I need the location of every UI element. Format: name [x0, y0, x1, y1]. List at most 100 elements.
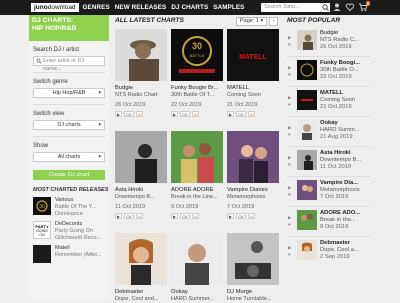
item-actions: ▶ ♥ — [288, 124, 291, 138]
chart-card[interactable]: Asta Hiroki Downtempo B... 11 Oct 2019 ▶… — [115, 131, 167, 219]
chart-card[interactable]: Budgie NTS Radio Chart 26 Oct 2019 ▶ CK W — [115, 29, 167, 117]
chart-card[interactable]: Ookay HARD Summer... — [171, 233, 223, 303]
chart-card[interactable]: ADORE ADORE Break in the Line... 9 Oct 2… — [171, 131, 223, 219]
check-button[interactable]: CK — [124, 213, 134, 219]
check-button[interactable]: CK — [124, 111, 134, 117]
wishlist-button[interactable]: W — [191, 111, 200, 117]
list-item[interactable]: ▶ ♥ ADORE ADO... Break in the... 9 Oct 2019 — [287, 210, 371, 235]
show-select[interactable]: All charts ▾ — [33, 152, 105, 162]
check-button[interactable]: CK — [236, 213, 246, 219]
wishlist-icon[interactable]: ♥ — [288, 161, 291, 168]
cart-icon[interactable]: 0 — [358, 1, 370, 12]
play-button[interactable]: ▶ — [171, 111, 179, 117]
play-icon[interactable]: ▶ — [288, 154, 291, 161]
svg-text:BATTLE: BATTLE — [190, 53, 205, 58]
chart-cover: MATELL — [227, 29, 279, 81]
list-item[interactable]: ▶ ♥ Funky Boogi... 30th Battle O... 22 Oct … — [287, 60, 371, 85]
play-icon[interactable]: ▶ — [288, 244, 291, 251]
item-actions: ▶ ♥ — [288, 34, 291, 48]
create-dj-chart-button[interactable]: Create DJ chart — [33, 170, 105, 180]
divider — [287, 206, 371, 207]
wishlist-icon[interactable]: ♥ — [288, 251, 291, 258]
chart-dj-name: Debmaster — [115, 289, 144, 295]
check-button[interactable]: CK — [236, 111, 246, 117]
chart-card[interactable]: Debmaster Dope, Cool and... — [115, 233, 167, 303]
list-item[interactable]: ▶ ♥ Ookay HARD Summ... 21 Aug 2019 — [287, 120, 371, 145]
list-item[interactable]: ▶ ♥ Vampire Dia... Metamorphosis 7 Oct 2019 — [287, 180, 371, 205]
wishlist-button[interactable]: W — [135, 213, 144, 219]
wishlist-button[interactable]: W — [135, 111, 144, 117]
divider — [33, 104, 105, 105]
chart-card[interactable]: DJ Murge Home Turntable... — [227, 233, 279, 303]
search-icon — [322, 4, 329, 11]
dj-search-input[interactable]: Enter artist or DJ name... — [33, 56, 105, 72]
popular-dj-name: Asta Hiroki — [320, 150, 351, 156]
genre-select[interactable]: Hip Hop/R&B ▾ — [33, 88, 105, 98]
chart-dj-name: Funky Boogie Br... — [171, 85, 219, 91]
play-icon[interactable]: ▶ — [288, 94, 291, 101]
wishlist-icon[interactable] — [345, 2, 355, 12]
wishlist-icon[interactable]: ♥ — [288, 131, 291, 138]
play-button[interactable]: ▶ — [115, 111, 123, 117]
svg-text:ON: ON — [39, 233, 45, 237]
popular-chart-name: Dope, Cool a... — [320, 247, 359, 254]
nav-dj-charts[interactable]: DJ CHARTS — [171, 4, 208, 11]
heading-line-1: DJ CHARTS: — [32, 17, 74, 24]
chart-card[interactable]: 30 BATTLE Funky Boogie Br... 30th Battle … — [171, 29, 223, 117]
pagination: Page: 1 ▾ › — [236, 17, 279, 26]
popular-dj-name: MATELL — [320, 90, 344, 96]
popular-chart-name: Downtempo B... — [320, 157, 362, 164]
list-item[interactable]: ▶ ♥ Budgie NTS Radio C... 26 Oct 2019 — [287, 30, 371, 55]
popular-dj-name: Debmaster — [320, 240, 350, 246]
nav-samples[interactable]: SAMPLES — [213, 4, 244, 11]
play-button[interactable]: ▶ — [227, 213, 235, 219]
chart-date: 11 Oct 2019 — [115, 204, 146, 210]
check-button[interactable]: CK — [180, 111, 190, 117]
site-search-input[interactable]: Search Juno... — [261, 3, 321, 12]
search-button[interactable] — [321, 3, 330, 12]
page-select[interactable]: Page: 1 ▾ — [236, 17, 268, 26]
list-item[interactable]: Mateli Remember (After... — [33, 245, 109, 265]
play-button[interactable]: ▶ — [171, 213, 179, 219]
wishlist-icon[interactable]: ♥ — [288, 71, 291, 78]
wishlist-button[interactable]: W — [247, 213, 256, 219]
nav-new-releases[interactable]: NEW RELEASES — [115, 4, 167, 11]
play-button[interactable]: ▶ — [115, 213, 123, 219]
chart-dj-name: Vampire Diaries — [227, 187, 268, 193]
divider — [287, 176, 371, 177]
wishlist-button[interactable]: W — [247, 111, 256, 117]
wishlist-button[interactable]: W — [191, 213, 200, 219]
nav-genres[interactable]: GENRES — [83, 4, 110, 11]
popular-dj-name: Ookay — [320, 120, 338, 126]
popular-date: 9 Oct 2019 — [320, 224, 349, 231]
list-item[interactable]: ▶ ♥ Asta Hiroki Downtempo B... 11 Oct 2019 — [287, 150, 371, 175]
next-page-button[interactable]: › — [269, 17, 279, 26]
wishlist-icon[interactable]: ♥ — [288, 191, 291, 198]
list-item[interactable]: ▶ ♥ Debmaster Dope, Cool a... 2 Sep 2019 — [287, 240, 371, 265]
list-item[interactable]: PARTY GOING ON DeDecontz Party Going On Gl… — [33, 221, 109, 241]
play-icon[interactable]: ▶ — [288, 34, 291, 41]
switch-genre-label: Switch genre — [33, 79, 68, 85]
play-icon[interactable]: ▶ — [288, 184, 291, 191]
play-icon[interactable]: ▶ — [288, 124, 291, 131]
juno-logo[interactable]: juno download — [31, 3, 79, 12]
wishlist-icon[interactable]: ♥ — [288, 221, 291, 228]
check-button[interactable]: CK — [180, 213, 190, 219]
release-title: Party Going On — [55, 228, 93, 234]
wishlist-icon[interactable]: ♥ — [288, 101, 291, 108]
list-item[interactable]: 30 Various Battle Of The Y... Dominance — [33, 197, 109, 217]
play-icon[interactable]: ▶ — [288, 64, 291, 71]
play-button[interactable]: ▶ — [227, 111, 235, 117]
chart-dj-name: Budgie — [115, 85, 134, 91]
play-icon[interactable]: ▶ — [288, 214, 291, 221]
user-icon[interactable] — [332, 2, 342, 12]
view-select[interactable]: DJ charts ▾ — [33, 120, 105, 130]
chart-cover — [227, 233, 279, 285]
chart-card[interactable]: Vampire Diaries Metamorphosis 7 Oct 2019… — [227, 131, 279, 219]
chart-thumb — [297, 180, 317, 200]
wishlist-icon[interactable]: ♥ — [288, 41, 291, 48]
list-item[interactable]: ▶ ♥ MATELL Coming Soon 21 Oct 2019 — [287, 90, 371, 115]
popular-date: 26 Oct 2019 — [320, 44, 352, 51]
popular-dj-name: Vampire Dia... — [320, 180, 359, 186]
chart-card[interactable]: MATELL MATELL Coming Soon 21 Oct 2019 ▶ C… — [227, 29, 279, 117]
